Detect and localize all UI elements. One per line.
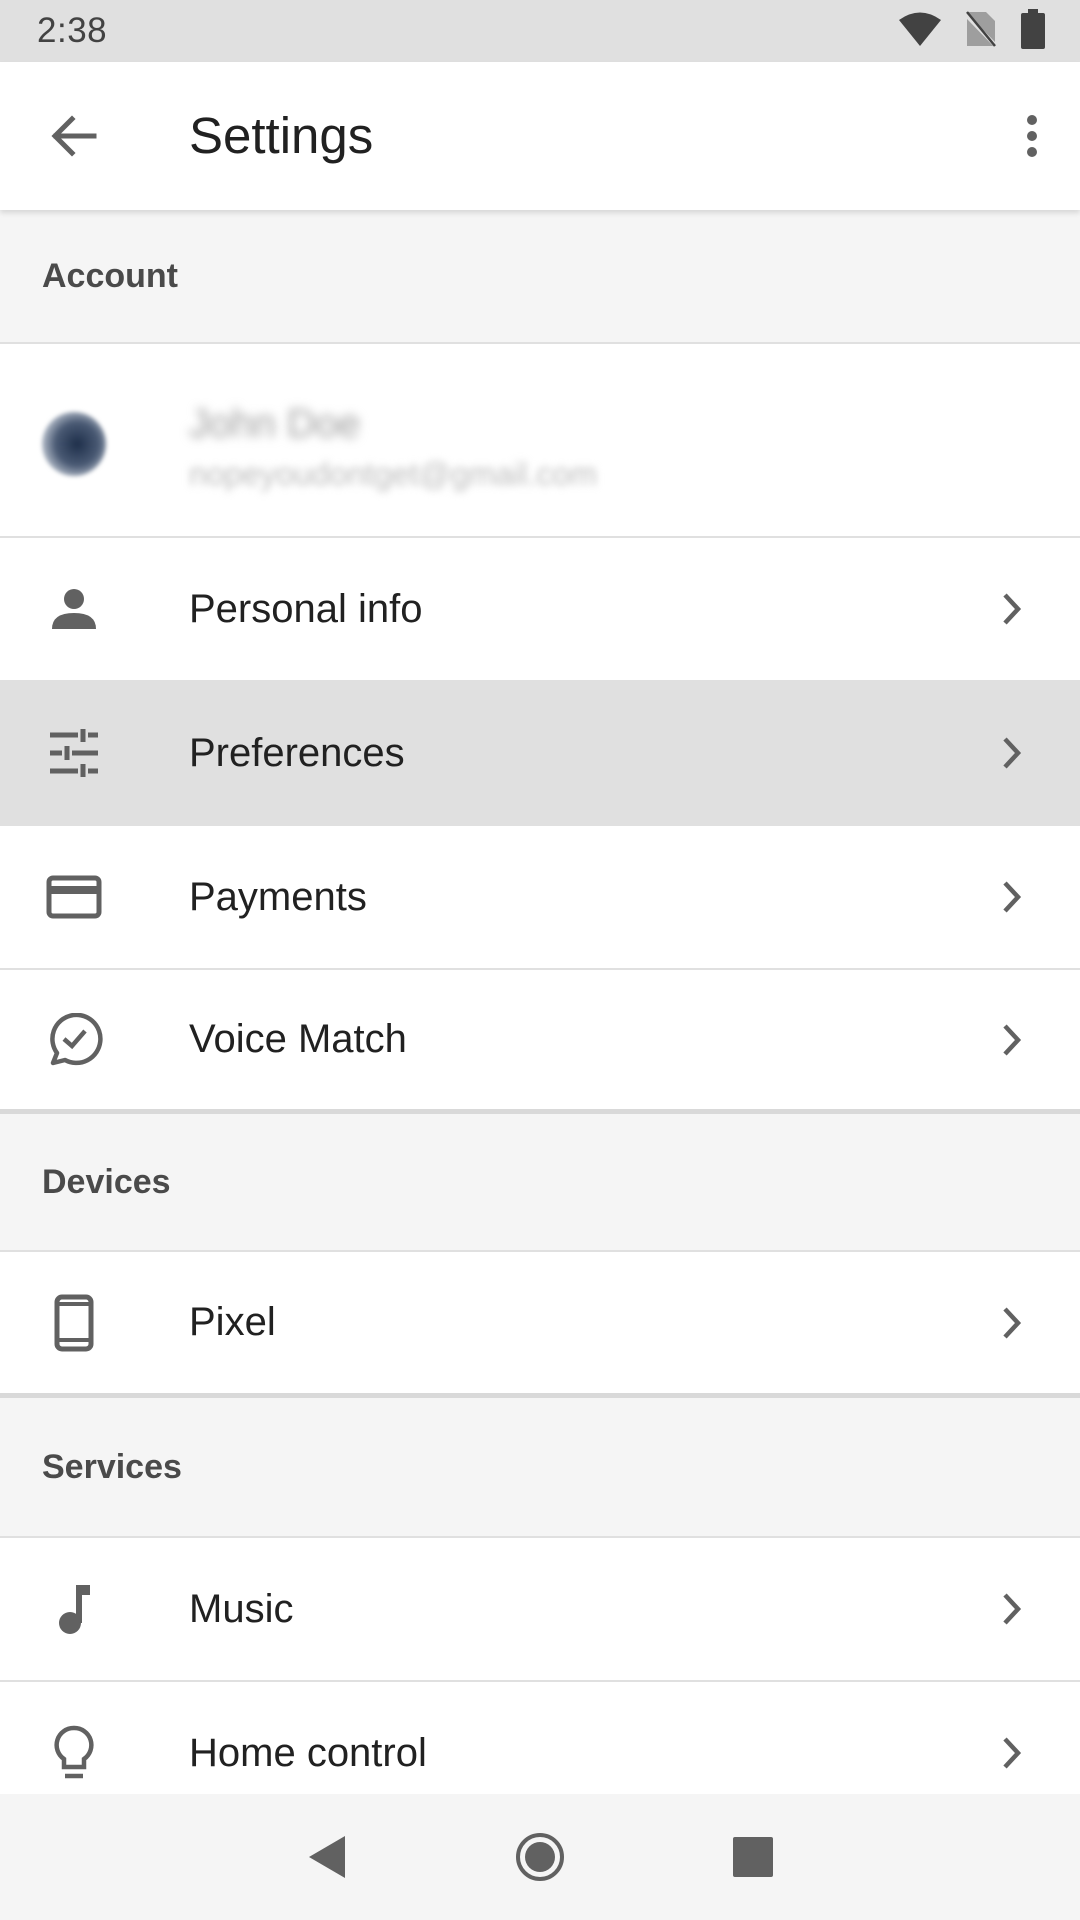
arrow-back-icon [51, 115, 97, 157]
wifi-icon [898, 11, 942, 52]
nav-home-icon [515, 1833, 564, 1881]
chevron-right-icon [992, 1303, 1032, 1343]
settings-item-label: Home control [189, 1730, 427, 1775]
settings-item-pixel[interactable]: Pixel [0, 1252, 1080, 1398]
section-header-services: Services [0, 1398, 1080, 1538]
chevron-right-icon [992, 733, 1032, 773]
status-bar: 2:38 [0, 0, 1080, 62]
more-vert-icon [1027, 115, 1037, 157]
more-options-button[interactable] [1002, 104, 1062, 168]
credit-card-icon [40, 863, 108, 931]
page-title: Settings [189, 107, 374, 164]
system-nav-bar [0, 1794, 1080, 1920]
section-header-account: Account [0, 210, 1080, 344]
status-icons [898, 8, 1046, 54]
settings-item-label: Payments [189, 874, 367, 919]
settings-item-label: Personal info [189, 586, 423, 631]
settings-item-voice-match[interactable]: Voice Match [0, 970, 1080, 1114]
status-time: 2:38 [37, 11, 108, 50]
lightbulb-icon [40, 1719, 108, 1787]
avatar [42, 412, 106, 476]
phone-icon [40, 1289, 108, 1357]
no-sim-icon [963, 9, 999, 54]
chevron-right-icon [992, 877, 1032, 917]
chevron-right-icon [992, 1733, 1032, 1773]
tune-icon [40, 719, 108, 787]
section-header-devices: Devices [0, 1114, 1080, 1252]
person-icon [40, 575, 108, 643]
settings-item-preferences[interactable]: Preferences [0, 682, 1080, 826]
voice-match-icon [40, 1006, 108, 1074]
nav-home-button[interactable] [510, 1827, 570, 1887]
settings-item-music[interactable]: Music [0, 1538, 1080, 1682]
settings-list: Account John Doe nopeyoudontget@gmail.co… [0, 210, 1080, 1826]
settings-item-label: Preferences [189, 730, 405, 775]
battery-icon [1020, 8, 1046, 54]
settings-item-personal-info[interactable]: Personal info [0, 538, 1080, 682]
account-row[interactable]: John Doe nopeyoudontget@gmail.com [0, 344, 1080, 538]
settings-item-payments[interactable]: Payments [0, 826, 1080, 970]
back-button[interactable] [38, 104, 110, 168]
settings-item-label: Pixel [189, 1300, 276, 1344]
settings-item-label: Voice Match [189, 1017, 407, 1061]
nav-recents-button[interactable] [723, 1827, 783, 1887]
account-email: nopeyoudontget@gmail.com [189, 456, 597, 492]
nav-back-icon [308, 1836, 345, 1878]
chevron-right-icon [992, 1020, 1032, 1060]
nav-recents-icon [733, 1837, 774, 1877]
account-name: John Doe [189, 402, 361, 446]
settings-item-label: Music [189, 1586, 294, 1631]
nav-back-button[interactable] [297, 1827, 357, 1887]
app-bar: Settings [0, 62, 1080, 210]
chevron-right-icon [992, 589, 1032, 629]
chevron-right-icon [992, 1589, 1032, 1629]
music-note-icon [40, 1575, 108, 1643]
